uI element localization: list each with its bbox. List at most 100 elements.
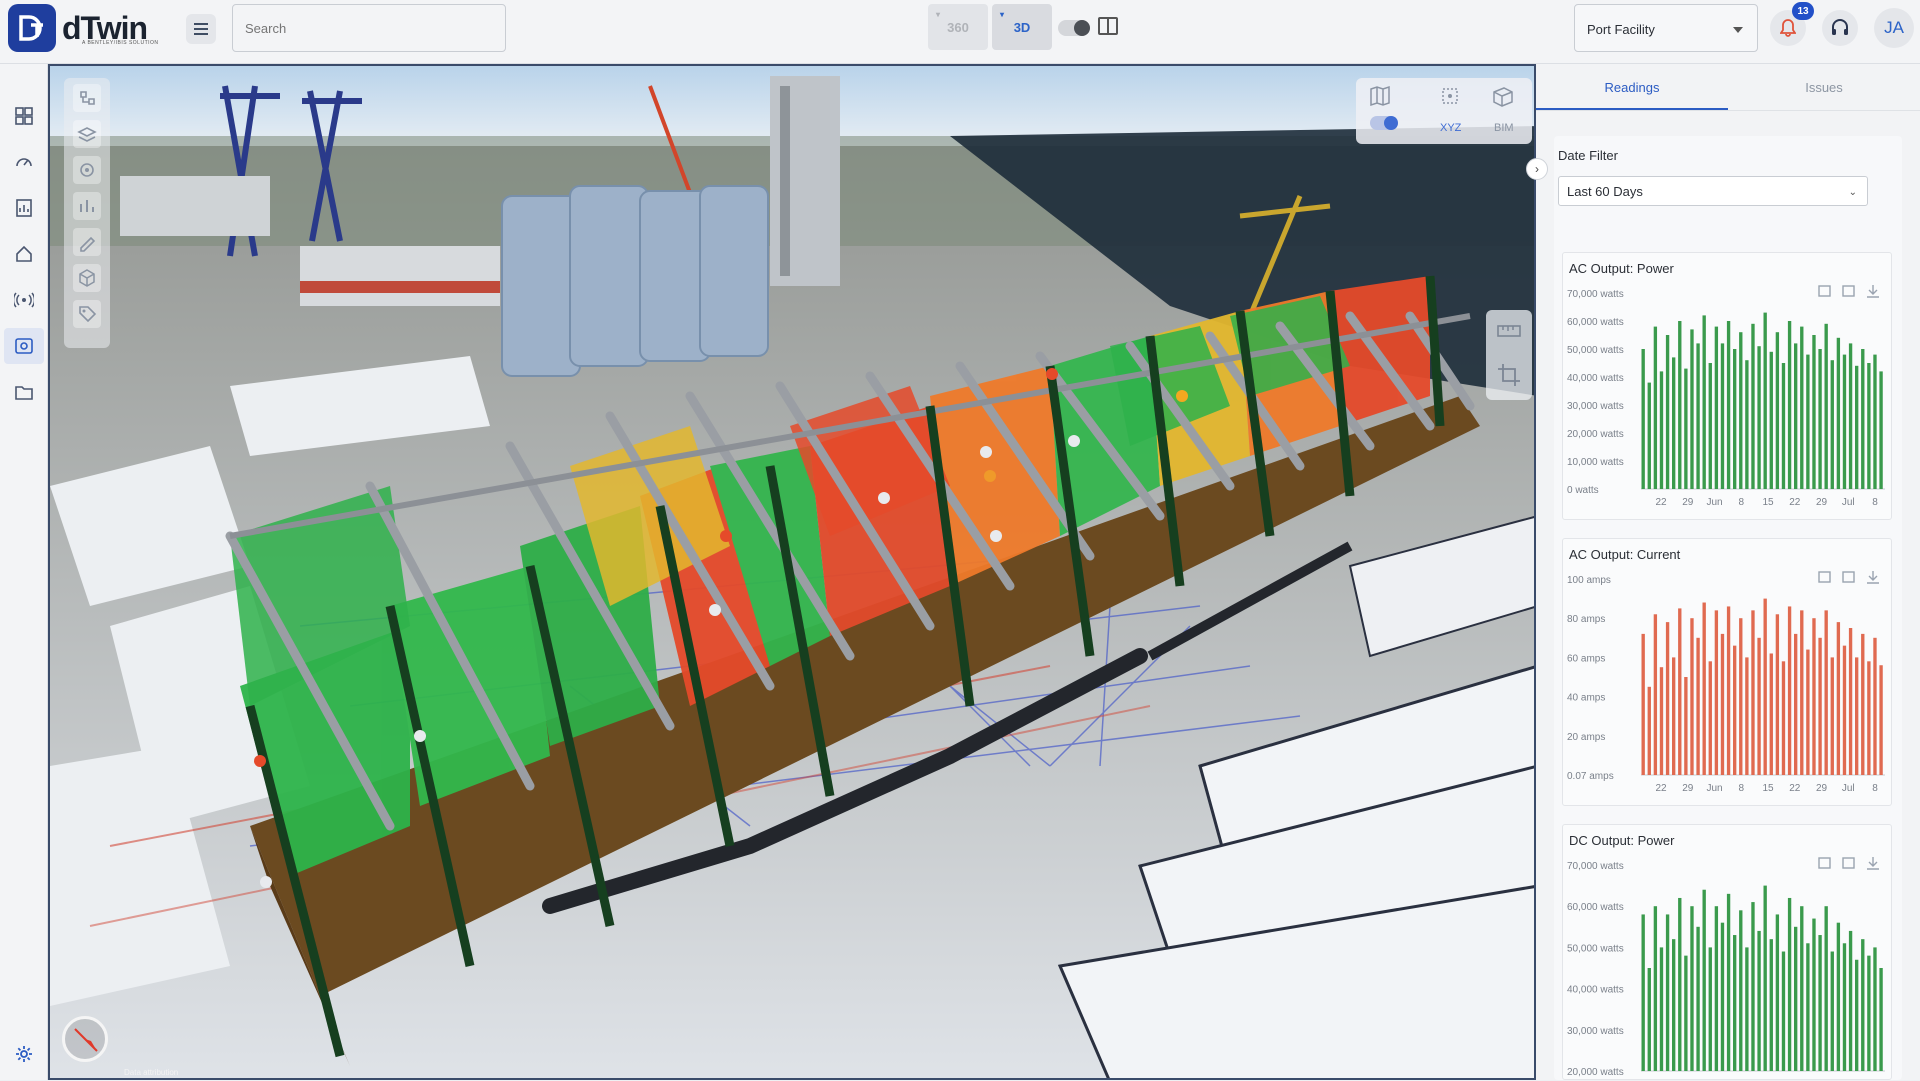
chart-bar[interactable]	[1726, 321, 1731, 489]
xyz-button[interactable]	[1438, 84, 1462, 113]
chart-bar[interactable]	[1800, 326, 1804, 489]
chart-bar[interactable]	[1678, 897, 1682, 1071]
chart-bar[interactable]	[1824, 323, 1828, 489]
chart-bar[interactable]	[1751, 323, 1755, 489]
chart-bar[interactable]	[1824, 610, 1828, 775]
chart-bar[interactable]	[1739, 332, 1743, 489]
chart-bar[interactable]	[1647, 382, 1651, 489]
split-view-icon[interactable]	[1098, 17, 1118, 35]
search-input[interactable]	[232, 4, 506, 52]
menu-button[interactable]	[186, 14, 216, 44]
sidebar-item-reports[interactable]	[4, 190, 44, 226]
zoom-icon[interactable]	[1818, 857, 1831, 869]
sidebar-item-performance[interactable]	[4, 144, 44, 180]
chart-bar[interactable]	[1696, 637, 1700, 775]
chart-bar[interactable]	[1830, 657, 1834, 775]
chart-bar[interactable]	[1836, 922, 1841, 1071]
chart-bar[interactable]	[1873, 637, 1877, 775]
chart-bar[interactable]	[1714, 906, 1719, 1071]
chart-bar[interactable]	[1842, 354, 1847, 489]
chart-bar[interactable]	[1757, 637, 1761, 775]
download-icon[interactable]	[1867, 571, 1879, 584]
chart-bar[interactable]	[1665, 335, 1670, 489]
zoom-icon[interactable]	[1818, 285, 1831, 297]
download-icon[interactable]	[1867, 857, 1879, 870]
chart-bar[interactable]	[1641, 914, 1645, 1071]
chart-bar[interactable]	[1769, 351, 1773, 489]
chart-bar[interactable]	[1806, 943, 1810, 1071]
chart-bar[interactable]	[1867, 661, 1871, 775]
chart-bar[interactable]	[1733, 349, 1737, 489]
chart-bar[interactable]	[1684, 955, 1688, 1071]
chart-bar[interactable]	[1848, 628, 1853, 775]
user-avatar[interactable]: JA	[1874, 8, 1914, 48]
chart-bar[interactable]	[1794, 633, 1798, 775]
chart-bar[interactable]	[1653, 906, 1658, 1071]
chart-bar[interactable]	[1672, 657, 1676, 775]
chart-bar[interactable]	[1812, 335, 1816, 489]
chart-bar[interactable]	[1647, 968, 1651, 1071]
chart-bar[interactable]	[1684, 677, 1688, 775]
chart-bar[interactable]	[1739, 910, 1743, 1071]
chart-bar[interactable]	[1842, 645, 1847, 775]
chart-bar[interactable]	[1708, 363, 1712, 489]
chart-bar[interactable]	[1653, 614, 1658, 775]
date-filter-select[interactable]: Last 60 Days ⌄	[1558, 176, 1868, 206]
chart-bar[interactable]	[1745, 947, 1749, 1071]
tab-issues[interactable]: Issues	[1728, 64, 1920, 110]
chart-bar[interactable]	[1672, 357, 1676, 489]
chart-bar[interactable]	[1733, 935, 1737, 1071]
bim-button[interactable]	[1490, 84, 1516, 115]
chart-bar[interactable]	[1867, 955, 1871, 1071]
sidebar-item-settings[interactable]	[4, 1036, 44, 1072]
chart-bar[interactable]	[1665, 622, 1670, 775]
chart-bar[interactable]	[1855, 959, 1859, 1071]
chart-bar[interactable]	[1641, 349, 1645, 489]
cube-tool-button[interactable]	[73, 264, 101, 292]
chart-bar[interactable]	[1775, 332, 1780, 489]
chart-bar[interactable]	[1678, 608, 1682, 775]
chart-bar[interactable]	[1720, 633, 1725, 775]
chart-bar[interactable]	[1763, 312, 1767, 489]
chart-bar[interactable]	[1848, 930, 1853, 1071]
chart-bar[interactable]	[1690, 618, 1694, 775]
chart-bar[interactable]	[1751, 610, 1755, 775]
chart-bar[interactable]	[1836, 337, 1841, 489]
chart-bar[interactable]	[1659, 947, 1664, 1071]
chart-bar[interactable]	[1690, 329, 1694, 489]
chart-bar[interactable]	[1653, 326, 1658, 489]
chart-bar[interactable]	[1787, 606, 1792, 775]
map-layer-toggle[interactable]	[1370, 116, 1398, 130]
chart-bar[interactable]	[1806, 354, 1810, 489]
chart-bar[interactable]	[1818, 935, 1822, 1071]
chart-bar[interactable]	[1781, 363, 1786, 489]
chart-bar[interactable]	[1672, 939, 1676, 1071]
sidebar-item-viewer[interactable]	[4, 328, 44, 364]
chart-bar[interactable]	[1800, 906, 1804, 1071]
chart-bar[interactable]	[1787, 321, 1792, 489]
chart-bar[interactable]	[1696, 343, 1700, 489]
chart-bar[interactable]	[1818, 349, 1822, 489]
support-button[interactable]	[1822, 10, 1858, 46]
sidebar-item-files[interactable]	[4, 374, 44, 410]
chart-bar[interactable]	[1720, 922, 1725, 1071]
chart-bar[interactable]	[1726, 893, 1731, 1071]
chart-bar[interactable]	[1647, 686, 1651, 775]
chart-bar[interactable]	[1702, 602, 1706, 775]
chart-bar[interactable]	[1665, 914, 1670, 1071]
chart-bar[interactable]	[1855, 365, 1859, 489]
chart-bar[interactable]	[1745, 360, 1749, 489]
chart-bar[interactable]	[1714, 610, 1719, 775]
chart-bar[interactable]	[1861, 939, 1865, 1071]
chart-bar[interactable]	[1818, 637, 1822, 775]
reset-zoom-icon[interactable]	[1842, 857, 1855, 869]
ruler-button[interactable]	[1496, 320, 1522, 347]
chart-bar[interactable]	[1702, 889, 1706, 1071]
collapse-panel-button[interactable]: ›	[1526, 158, 1548, 180]
chart-bar[interactable]	[1812, 618, 1816, 775]
chart-bar[interactable]	[1684, 368, 1688, 489]
download-icon[interactable]	[1867, 285, 1879, 298]
chart-bar[interactable]	[1739, 618, 1743, 775]
sidebar-item-home[interactable]	[4, 236, 44, 272]
chart-bar[interactable]	[1678, 321, 1682, 489]
